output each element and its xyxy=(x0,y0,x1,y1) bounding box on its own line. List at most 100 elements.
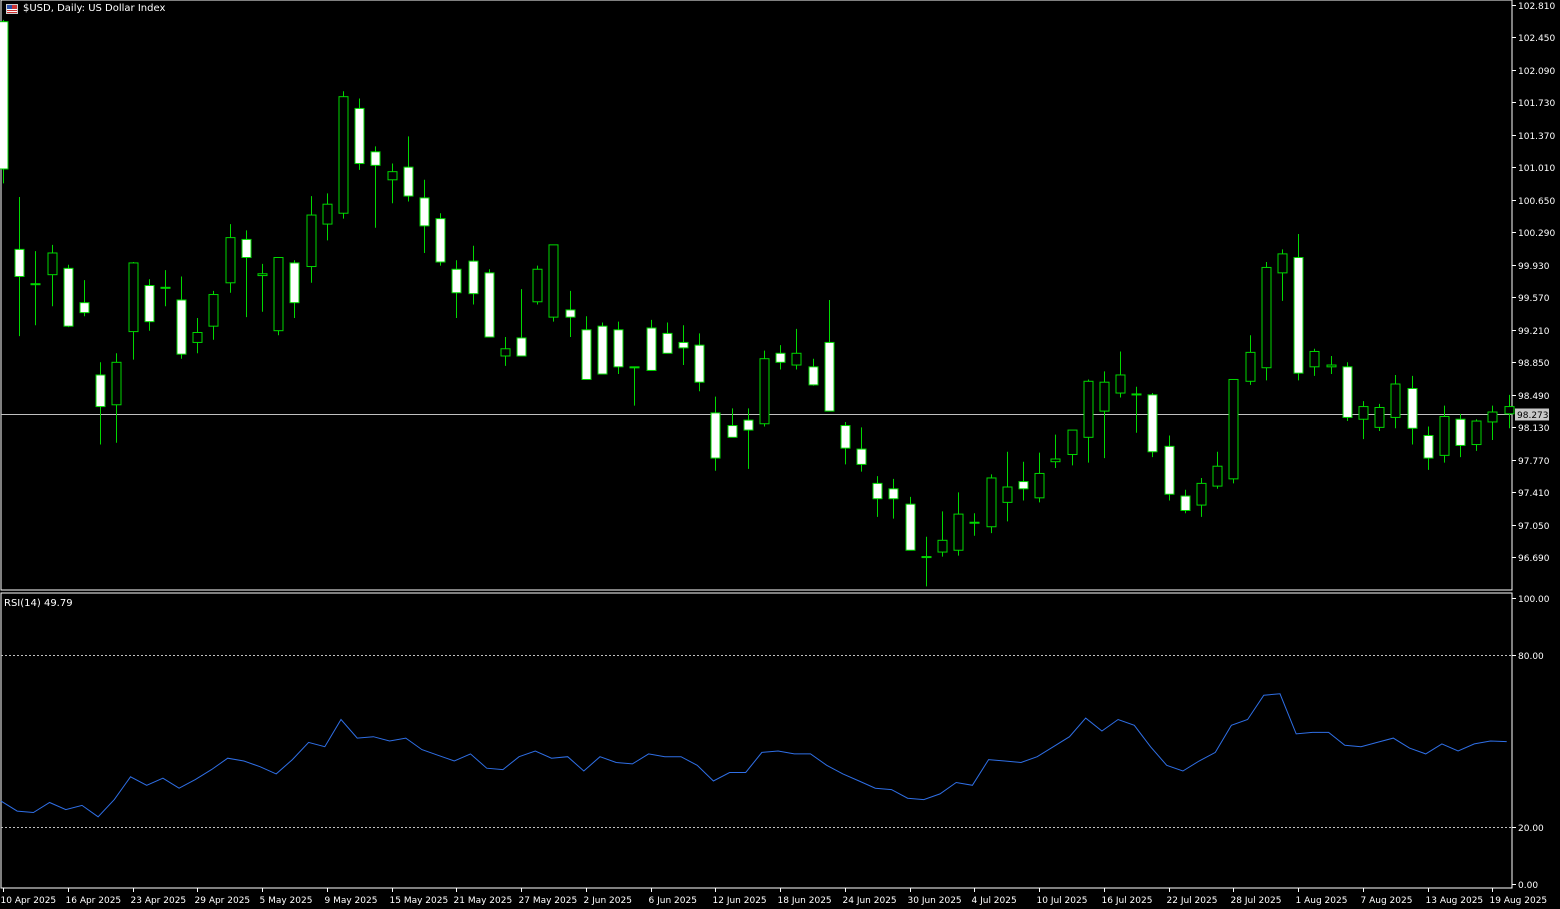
candle-body xyxy=(1504,406,1515,415)
time-tick-label: 1 Aug 2025 xyxy=(1296,896,1348,906)
candle-body xyxy=(921,556,932,559)
time-tick-label: 10 Jul 2025 xyxy=(1037,896,1088,906)
candle-body xyxy=(1131,393,1142,396)
rsi-tick-label: 80.00 xyxy=(1518,652,1544,662)
candle-body xyxy=(791,352,802,366)
candle-body xyxy=(0,21,9,170)
rsi-pane[interactable] xyxy=(0,592,1513,889)
candle-body xyxy=(370,151,381,166)
price-pane[interactable] xyxy=(0,0,1515,591)
candle-body xyxy=(986,477,997,528)
rsi-indicator-label: RSI(14) 49.79 xyxy=(4,598,73,609)
candle-body xyxy=(1196,482,1207,506)
candle-body xyxy=(840,425,851,449)
rsi-pane-frame xyxy=(0,592,1513,889)
candle-body xyxy=(1487,411,1498,423)
candle-body xyxy=(662,332,673,354)
price-tick-label: 98.490 xyxy=(1518,392,1550,402)
candle-body xyxy=(597,325,608,375)
candle-body xyxy=(694,344,705,383)
candle-body xyxy=(419,197,430,227)
candle-body xyxy=(1018,481,1029,490)
candle-body xyxy=(937,539,948,553)
candle-body xyxy=(160,286,171,289)
price-tick-label: 99.930 xyxy=(1518,262,1550,272)
candle-body xyxy=(565,309,576,318)
candle-body xyxy=(128,262,139,333)
candle-body xyxy=(403,166,414,197)
candle-body xyxy=(192,331,203,343)
price-tick-label: 102.810 xyxy=(1518,2,1555,12)
candle-body xyxy=(306,214,317,268)
time-tick-label: 29 Apr 2025 xyxy=(195,896,251,906)
candle-body xyxy=(969,521,980,524)
candle-body xyxy=(1099,381,1110,412)
candle-body xyxy=(1245,351,1256,382)
price-tick-label: 97.410 xyxy=(1518,489,1550,499)
candle-body xyxy=(581,329,592,380)
candle-body xyxy=(710,412,721,459)
candle-body xyxy=(241,238,252,259)
chart-title-text: $USD, Daily: US Dollar Index xyxy=(23,3,166,14)
time-tick-label: 6 Jun 2025 xyxy=(649,896,697,906)
candle-body xyxy=(1309,350,1320,368)
candle-body xyxy=(1455,418,1466,446)
candle-body xyxy=(1147,394,1158,453)
price-tick-label: 98.850 xyxy=(1518,359,1550,369)
price-tick-label: 99.210 xyxy=(1518,327,1550,337)
time-tick-label: 19 Aug 2025 xyxy=(1490,896,1548,906)
candle-body xyxy=(727,425,738,438)
time-tick-label: 13 Aug 2025 xyxy=(1426,896,1484,906)
candle-body xyxy=(532,268,543,303)
us-flag-icon xyxy=(6,3,18,14)
candle-body xyxy=(1212,465,1223,487)
candle-body xyxy=(824,341,835,412)
time-tick-label: 30 Jun 2025 xyxy=(908,896,962,906)
price-tick-label: 101.010 xyxy=(1518,164,1555,174)
candle-body xyxy=(872,482,883,500)
candle-body xyxy=(1293,257,1304,374)
candle-body xyxy=(144,285,155,323)
time-tick-label: 7 Aug 2025 xyxy=(1361,896,1413,906)
candle-body xyxy=(1067,429,1078,455)
candle-body xyxy=(1180,495,1191,511)
rsi-series-line xyxy=(0,693,1507,818)
time-tick-label: 24 Jun 2025 xyxy=(843,896,897,906)
candle-body xyxy=(338,96,349,214)
time-tick-label: 16 Apr 2025 xyxy=(66,896,122,906)
time-tick-label: 23 Apr 2025 xyxy=(131,896,187,906)
candle-body xyxy=(1471,420,1482,446)
candle-body xyxy=(953,513,964,551)
candle-body xyxy=(1115,374,1126,394)
candle-body xyxy=(1083,380,1094,438)
candle-body xyxy=(905,503,916,551)
price-tick-label: 97.050 xyxy=(1518,522,1550,532)
time-tick-label: 15 May 2025 xyxy=(390,896,449,906)
price-tick-label: 99.570 xyxy=(1518,294,1550,304)
candle-body xyxy=(1390,383,1401,418)
candle-body xyxy=(743,419,754,431)
candle-body xyxy=(1407,388,1418,429)
candle-body xyxy=(1439,416,1450,456)
rsi-tick-label: 100.00 xyxy=(1518,595,1550,605)
time-tick-label: 5 May 2025 xyxy=(260,896,313,906)
time-tick-label: 9 May 2025 xyxy=(325,896,378,906)
candle-body xyxy=(273,257,284,332)
rsi-tick-label: 20.00 xyxy=(1518,824,1544,834)
candle-body xyxy=(1261,266,1272,369)
candle-body xyxy=(888,488,899,500)
chart-canvas[interactable]: 102.810 102.450 102.090 101.730 101.370 101.0… xyxy=(0,0,1560,909)
candle-body xyxy=(775,352,786,363)
price-tick-label: 100.290 xyxy=(1518,229,1555,239)
candle-body xyxy=(500,348,511,357)
candle-body xyxy=(1277,253,1288,274)
time-tick-label: 16 Jul 2025 xyxy=(1102,896,1153,906)
candle-body xyxy=(435,218,446,263)
price-tick-label: 96.690 xyxy=(1518,554,1550,564)
candle-body xyxy=(354,107,365,165)
candle-body xyxy=(629,366,640,369)
candle-body xyxy=(1034,472,1045,499)
price-tick-label: 98.130 xyxy=(1518,424,1550,434)
current-price-label: 98.273 xyxy=(1517,411,1549,421)
time-tick-label: 10 Apr 2025 xyxy=(1,896,57,906)
